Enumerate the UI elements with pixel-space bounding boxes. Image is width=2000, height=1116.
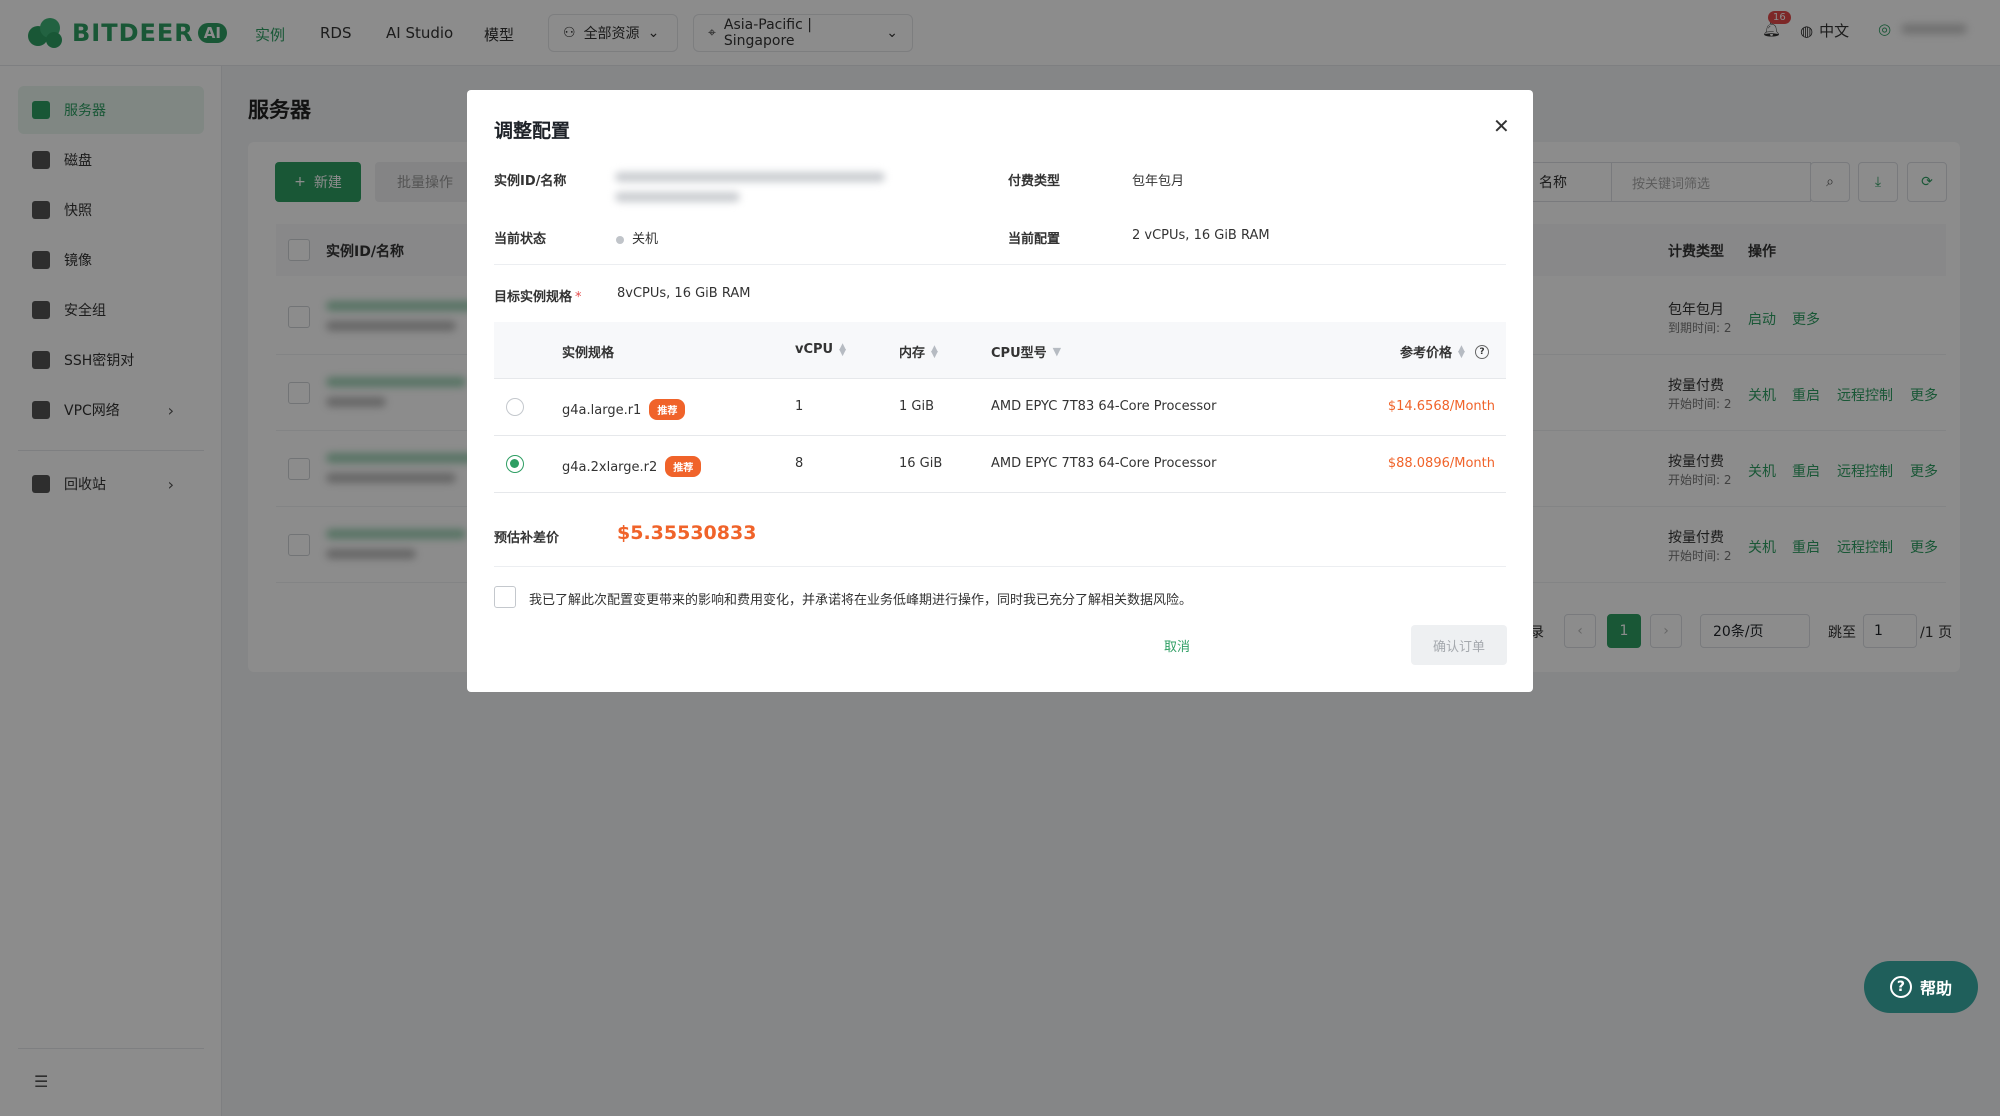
confirm-order-button[interactable]: 确认订单 (1411, 625, 1507, 665)
target-spec-label: 目标实例规格 * (494, 286, 582, 305)
memory-cell: 16 GiB (899, 456, 943, 471)
status-dot-icon (616, 235, 624, 244)
current-status-label: 当前状态 (494, 232, 547, 247)
confirm-label: 确认订单 (1432, 639, 1485, 655)
help-button[interactable]: ? 帮助 (1864, 961, 1978, 1013)
price-difference-label: 预估补差价 (494, 531, 560, 546)
cpu-model-cell: AMD EPYC 7T83 64-Core Processor (991, 399, 1217, 414)
section-divider (494, 566, 1506, 567)
cancel-label: 取消 (1163, 639, 1190, 655)
billing-type-label: 付费类型 (1008, 174, 1061, 189)
spec-radio[interactable] (506, 398, 524, 416)
memory-cell: 1 GiB (899, 399, 935, 414)
section-divider (494, 264, 1506, 265)
current-status-value: 关机 (616, 228, 658, 247)
current-config-value: 2 vCPUs, 16 GiB RAM (1132, 228, 1270, 243)
column-spec-label: 实例规格 (562, 346, 615, 361)
spec-name-cell: g4a.large.r1 推荐 (562, 399, 686, 420)
cpu-model-cell: AMD EPYC 7T83 64-Core Processor (991, 456, 1217, 471)
column-price[interactable]: 参考价格 ▲ ▼? (1400, 342, 1489, 361)
instance-id-value-redacted (615, 172, 885, 182)
spec-name-cell: g4a.2xlarge.r2 推荐 (562, 456, 702, 477)
column-price-label: 参考价格 (1400, 346, 1453, 361)
spec-radio-selected[interactable] (506, 455, 524, 473)
target-spec-value: 8vCPUs, 16 GiB RAM (617, 286, 751, 301)
filter-icon: ▼ (1052, 345, 1062, 358)
cancel-button[interactable]: 取消 (1127, 625, 1227, 665)
column-vcpu[interactable]: vCPU ▲ ▼ (795, 342, 846, 357)
instance-id-label: 实例ID/名称 (494, 174, 567, 189)
column-cpu-model-label: CPU型号 (991, 346, 1047, 361)
spec-table-header: 实例规格 vCPU ▲ ▼ 内存 ▲ ▼ CPU型号 ▼ 参考价格 ▲ ▼? (494, 322, 1506, 379)
column-spec: 实例规格 (562, 342, 614, 361)
sort-icon: ▲ ▼ (839, 341, 847, 358)
modal-title: 调整配置 (494, 120, 571, 142)
agreement-text: 我已了解此次配置变更带来的影响和费用变化，并承诺将在业务低峰期进行操作，同时我已… (529, 593, 1193, 608)
target-spec-label-text: 目标实例规格 (494, 290, 573, 305)
sort-icon: ▲ ▼ (1458, 343, 1465, 360)
status-text: 关机 (632, 232, 659, 247)
column-memory[interactable]: 内存 ▲ ▼ (899, 342, 938, 361)
current-config-label: 当前配置 (1008, 232, 1061, 247)
spec-row[interactable]: g4a.2xlarge.r2 推荐 8 16 GiB AMD EPYC 7T83 … (494, 436, 1506, 493)
price-cell: $88.0896/Month (1387, 456, 1495, 471)
recommended-tag: 推荐 (665, 456, 702, 477)
resize-config-modal: 调整配置 ✕ 实例ID/名称 付费类型 包年包月 当前状态 关机 当前配置 2 … (467, 90, 1533, 692)
vcpu-cell: 8 (795, 456, 804, 471)
spec-row[interactable]: g4a.large.r1 推荐 1 1 GiB AMD EPYC 7T83 64-… (494, 379, 1506, 436)
vcpu-cell: 1 (795, 399, 804, 414)
sort-icon: ▲ ▼ (931, 343, 938, 360)
column-vcpu-label: vCPU (795, 342, 834, 357)
spec-name: g4a.2xlarge.r2 (562, 460, 658, 475)
help-circle-icon[interactable]: ? (1474, 344, 1489, 359)
price-difference-value: $5.35530833 (617, 522, 757, 544)
close-icon[interactable]: ✕ (1493, 114, 1510, 138)
spec-name: g4a.large.r1 (562, 403, 642, 418)
billing-type-value: 包年包月 (1132, 174, 1185, 189)
question-icon: ? (1889, 976, 1912, 998)
help-label: 帮助 (1919, 979, 1952, 998)
price-cell: $14.6568/Month (1387, 399, 1495, 414)
column-cpu-model[interactable]: CPU型号 ▼ (991, 342, 1061, 361)
recommended-tag: 推荐 (649, 399, 686, 420)
required-asterisk: * (575, 290, 582, 305)
column-memory-label: 内存 (899, 346, 926, 361)
instance-name-value-redacted (615, 192, 740, 202)
agreement-checkbox[interactable] (494, 586, 516, 608)
